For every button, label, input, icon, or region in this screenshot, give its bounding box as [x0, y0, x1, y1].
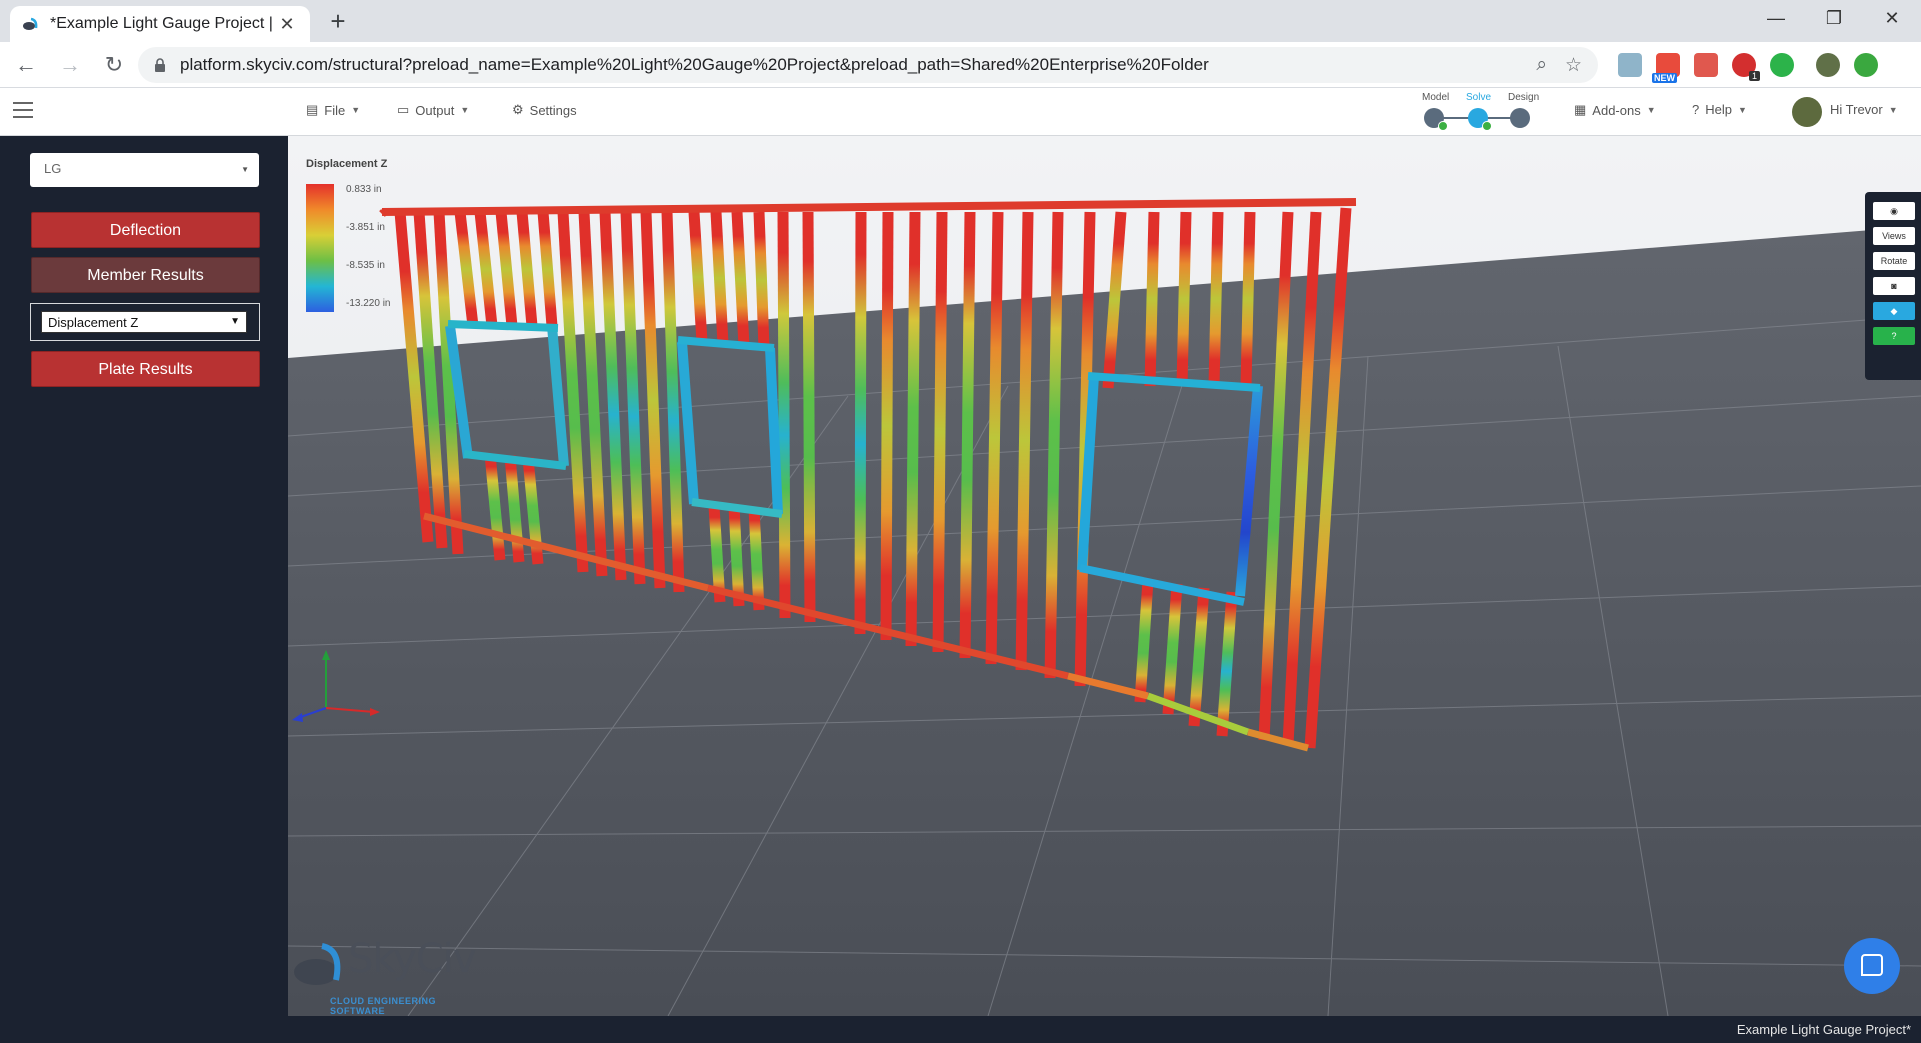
viewport-canvas[interactable]: [288, 136, 1921, 1016]
file-icon: ▤: [306, 102, 319, 117]
model-viewport[interactable]: Displacement Z 0.833 in -3.851 in -8.535…: [288, 136, 1921, 1016]
tab-close-icon[interactable]: ✕: [276, 14, 298, 35]
check-icon: [1438, 121, 1448, 131]
logo-tagline: CLOUD ENGINEERING SOFTWARE: [330, 996, 437, 1016]
bookmark-star-icon[interactable]: ☆: [1565, 54, 1582, 77]
minimize-button[interactable]: —: [1747, 0, 1805, 36]
check-icon: [1482, 121, 1492, 131]
chat-extension-icon[interactable]: [1770, 53, 1794, 77]
chat-support-button[interactable]: [1844, 938, 1900, 994]
file-menu-label: File: [324, 102, 346, 118]
logo-name: SkyCiv: [348, 936, 477, 982]
profile-avatar-icon[interactable]: [1816, 53, 1840, 77]
chevron-down-icon: ▼: [1888, 104, 1898, 115]
legend-title: Displacement Z: [306, 158, 388, 170]
views-button[interactable]: Views: [1873, 227, 1915, 245]
cast-extension-icon[interactable]: [1618, 53, 1642, 77]
url-text[interactable]: platform.skyciv.com/structural?preload_n…: [180, 55, 1518, 75]
result-type-value: Displacement Z: [48, 315, 139, 330]
browser-tab[interactable]: *Example Light Gauge Project | S ✕: [10, 6, 310, 42]
browser-tab-strip: *Example Light Gauge Project | S ✕ + — ❐…: [0, 0, 1921, 42]
view-tools-panel: ◉ Views Rotate ◙ ◆ ?: [1865, 192, 1921, 380]
design-mode-label: Design: [1508, 92, 1540, 103]
user-avatar[interactable]: [1792, 97, 1822, 127]
forward-button[interactable]: →: [52, 47, 88, 83]
tab-title: *Example Light Gauge Project | S: [50, 15, 276, 32]
chevron-down-icon: ▼: [1646, 105, 1656, 115]
help-label: Help: [1705, 102, 1732, 117]
new-badge: NEW: [1652, 73, 1677, 83]
status-footer: Example Light Gauge Project*: [0, 1016, 1921, 1043]
load-group-value: LG: [44, 161, 62, 176]
extensions-row: NEW 1: [1618, 48, 1878, 83]
help-menu[interactable]: ? Help ▼: [1692, 102, 1747, 117]
settings-menu-label: Settings: [529, 102, 577, 118]
camera-icon[interactable]: ◙: [1873, 277, 1915, 295]
results-sidebar: LG ▼ Deflection Member Results Displacem…: [0, 136, 288, 1016]
addons-label: Add-ons: [1592, 102, 1641, 118]
question-icon[interactable]: ?: [1873, 327, 1915, 345]
member-results-button[interactable]: Member Results: [31, 257, 260, 293]
restore-button[interactable]: ❐: [1805, 0, 1863, 36]
output-menu[interactable]: ▭ Output ▼: [397, 102, 469, 118]
new-extension-icon[interactable]: NEW: [1652, 53, 1680, 83]
update-icon[interactable]: [1854, 53, 1878, 77]
monitor-icon: ▭: [397, 102, 410, 117]
model-mode-button[interactable]: [1424, 108, 1448, 131]
hamburger-menu-icon[interactable]: [13, 102, 33, 118]
load-group-select[interactable]: LG ▼: [30, 153, 259, 187]
project-name: Example Light Gauge Project*: [1736, 1022, 1911, 1037]
design-mode-button[interactable]: [1510, 108, 1530, 128]
adblock-extension-icon[interactable]: 1: [1732, 53, 1760, 81]
mode-switch: Model Solve Design: [1414, 92, 1542, 132]
legend-label-3: -8.535 in: [346, 260, 385, 271]
file-menu[interactable]: ▤ File ▼: [306, 102, 360, 118]
legend-max-label: 0.833 in: [346, 184, 382, 195]
legend-color-scale: [306, 184, 334, 312]
dropdown-arrow-icon: ▼: [230, 316, 240, 327]
chat-icon: [1861, 954, 1883, 976]
skyciv-logo: SkyCiv CLOUD ENGINEERING SOFTWARE: [292, 936, 492, 1016]
address-bar[interactable]: platform.skyciv.com/structural?preload_n…: [138, 47, 1598, 83]
rotate-button[interactable]: Rotate: [1873, 252, 1915, 270]
settings-menu[interactable]: ⚙ Settings: [512, 102, 577, 118]
close-window-button[interactable]: ✕: [1863, 0, 1921, 36]
skyciv-favicon-icon: [23, 17, 38, 30]
window-controls: — ❐ ✕: [1747, 0, 1921, 36]
pdf-extension-icon[interactable]: [1694, 53, 1718, 77]
legend-label-2: -3.851 in: [346, 222, 385, 233]
legend-min-label: -13.220 in: [346, 298, 391, 309]
app-header: ▤ File ▼ ▭ Output ▼ ⚙ Settings Model Sol…: [0, 88, 1921, 136]
plate-results-button[interactable]: Plate Results: [31, 351, 260, 387]
lock-icon: [155, 58, 165, 72]
skyciv-logo-icon: [294, 943, 341, 985]
chevron-down-icon: ▼: [460, 105, 470, 115]
deflection-button[interactable]: Deflection: [31, 212, 260, 248]
back-button[interactable]: ←: [8, 47, 44, 83]
chevron-down-icon: ▼: [1737, 104, 1747, 115]
mode-connector: [1440, 117, 1470, 119]
addons-menu[interactable]: ▦ Add-ons ▼: [1574, 102, 1656, 118]
output-menu-label: Output: [415, 102, 455, 118]
gear-icon: ⚙: [512, 102, 524, 117]
browser-toolbar: ← → ↻ platform.skyciv.com/structural?pre…: [0, 42, 1921, 88]
cube-icon[interactable]: ◆: [1873, 302, 1915, 320]
chevron-down-icon: ▼: [241, 165, 249, 174]
new-tab-button[interactable]: +: [322, 6, 354, 36]
model-mode-label: Model: [1422, 92, 1450, 103]
eye-icon[interactable]: ◉: [1873, 202, 1915, 220]
result-type-panel: Displacement Z ▼: [30, 303, 260, 341]
user-greeting: Hi Trevor: [1830, 102, 1883, 117]
help-circle-icon: ?: [1692, 102, 1700, 117]
result-type-select[interactable]: Displacement Z ▼: [41, 311, 247, 333]
reload-button[interactable]: ↻: [96, 47, 132, 83]
user-menu[interactable]: Hi Trevor ▼: [1830, 102, 1898, 117]
solve-mode-button[interactable]: [1468, 108, 1492, 131]
grid-icon: ▦: [1574, 102, 1587, 117]
adblock-count-badge: 1: [1748, 71, 1760, 81]
zoom-icon[interactable]: ⌕: [1536, 54, 1547, 76]
chevron-down-icon: ▼: [351, 105, 361, 115]
solve-mode-label: Solve: [1466, 92, 1492, 103]
